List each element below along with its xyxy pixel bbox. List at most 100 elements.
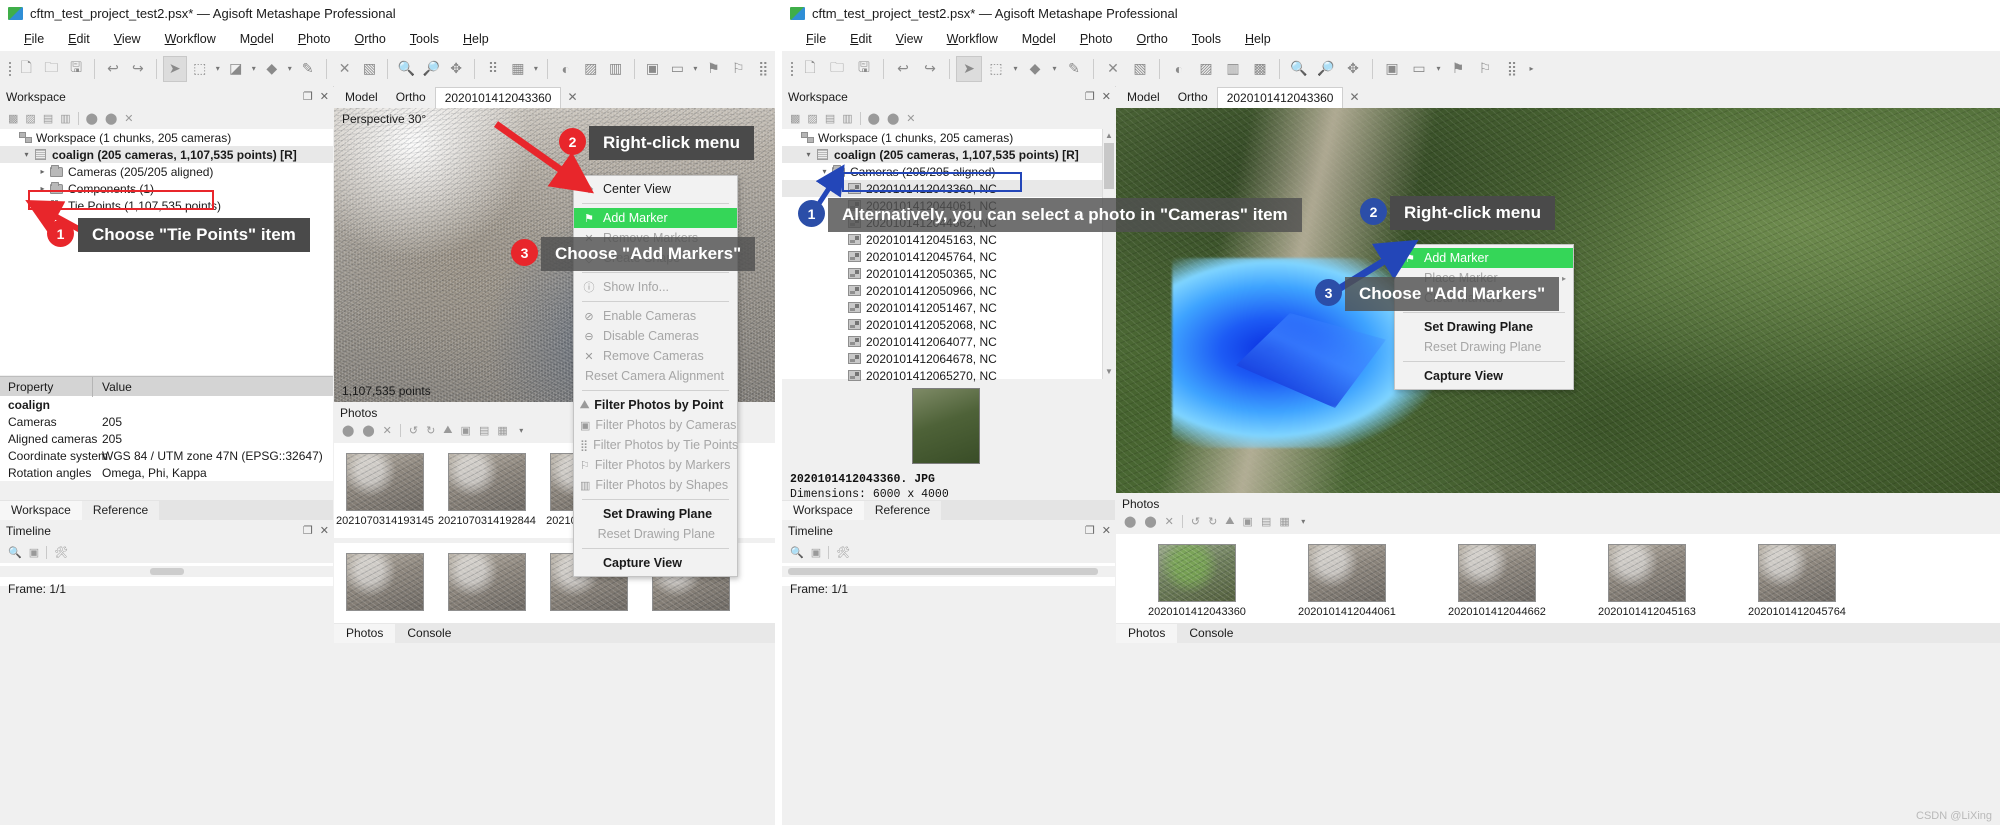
- tree-row[interactable]: 2020101412051467, NC: [782, 299, 1102, 316]
- left-toolbar[interactable]: 🗋 🗀 🖫 ↩ ↪ ➤ ⬚ ▾ ◪ ▾ ◆ ▾ ✎ ✕ ▧ 🔍 🔎 ✥ ⠿ ▦: [0, 51, 775, 87]
- photos-enable-icon-right[interactable]: ⬤: [1124, 515, 1136, 528]
- right-toolbar[interactable]: 🗋 🗀 🖫 ↩ ↪ ➤ ⬚ ▾ ◆ ▾ ✎ ✕ ▧ ◐ ▨ ▥ ▩ 🔍 🔎 ✥: [782, 51, 2000, 87]
- new-project-icon[interactable]: 🗋: [14, 56, 38, 82]
- chevron-down-icon[interactable]: ▾: [818, 167, 831, 176]
- contrast-icon-right[interactable]: ◐: [1166, 56, 1192, 82]
- timeline-float-icon[interactable]: ❐: [303, 524, 313, 537]
- photos-view-chevron-down-icon[interactable]: ▾: [516, 426, 527, 435]
- timeline-zoom-icon[interactable]: 🔍: [8, 546, 22, 559]
- menu-workflow-right[interactable]: Workflow: [935, 29, 1010, 49]
- levels-icon-right[interactable]: ▥: [1220, 56, 1246, 82]
- right-viewport-tabs[interactable]: Model Ortho 2020101412043360 ✕: [1116, 86, 2000, 108]
- menu-item[interactable]: ⚑ Add Marker: [1395, 248, 1573, 268]
- left-dock-tabs[interactable]: Workspace Reference: [0, 500, 333, 520]
- viewport-tab-ortho-right[interactable]: Ortho: [1169, 87, 1217, 107]
- tree-row[interactable]: ▸ Cameras (205/205 aligned): [0, 163, 333, 180]
- photo-thumbnail-cell[interactable]: ✓ 2020101412044662: [1446, 544, 1548, 618]
- timeline-scroll-thumb-right[interactable]: [788, 568, 1098, 575]
- menu-edit[interactable]: Edit: [56, 29, 102, 49]
- save-project-icon[interactable]: 🖫: [64, 56, 88, 82]
- menu-help[interactable]: Help: [451, 29, 501, 49]
- contrast-icon[interactable]: ◐: [554, 56, 578, 82]
- tab-workspace[interactable]: Workspace: [0, 501, 82, 520]
- resize-region-icon[interactable]: ▭: [665, 56, 689, 82]
- photo-thumbnail[interactable]: ✓: [1458, 544, 1536, 602]
- enable-icon-right[interactable]: ⬤: [868, 112, 880, 125]
- photo-thumbnail[interactable]: ✓: [1308, 544, 1386, 602]
- timeline-toolbar-right[interactable]: 🔍 ▣ 🛠: [782, 541, 1115, 563]
- photo-thumbnail-cell[interactable]: 2021070314193145: [334, 453, 436, 527]
- timeline-settings-icon[interactable]: 🛠: [54, 546, 68, 559]
- photos-grid-view-icon[interactable]: ▦: [497, 424, 507, 437]
- menu-item[interactable]: Capture View: [574, 553, 737, 573]
- timeline-float-icon-right[interactable]: ❐: [1085, 524, 1095, 537]
- tree-row[interactable]: 2020101412050365, NC: [782, 265, 1102, 282]
- viewport-tab-close-icon[interactable]: ✕: [561, 90, 583, 104]
- scroll-up-arrow-icon[interactable]: ▲: [1104, 131, 1114, 141]
- rectangle-select-icon-right[interactable]: ⬚: [983, 56, 1009, 82]
- menu-photo-right[interactable]: Photo: [1068, 29, 1125, 49]
- toolbar-grip[interactable]: [6, 56, 13, 82]
- menu-file[interactable]: File: [12, 29, 56, 49]
- viewport-tab-model[interactable]: Model: [336, 87, 387, 107]
- photos-rotate-left-icon-right[interactable]: ↺: [1191, 515, 1200, 528]
- add-chunk-icon-right[interactable]: ▩: [790, 112, 800, 125]
- menu-workflow[interactable]: Workflow: [153, 29, 228, 49]
- open-project-icon[interactable]: 🗀: [39, 56, 63, 82]
- tree-row[interactable]: ▾ coalign (205 cameras, 1,107,535 points)…: [782, 146, 1102, 163]
- photo-thumbnail-cell[interactable]: ✓ 2020101412044061: [1296, 544, 1398, 618]
- undo-icon[interactable]: ↩: [101, 56, 125, 82]
- photos-disable-icon[interactable]: ⬤: [362, 424, 374, 437]
- photo-thumbnail[interactable]: ✓: [1158, 544, 1236, 602]
- left-viewport-tabs[interactable]: Model Ortho 2020101412043360 ✕: [334, 86, 775, 108]
- timeline-close-icon[interactable]: ✕: [320, 524, 329, 537]
- menu-help-right[interactable]: Help: [1233, 29, 1283, 49]
- menu-view[interactable]: View: [102, 29, 153, 49]
- flag-icon[interactable]: ⚐: [726, 56, 750, 82]
- polygon-chevron-down-icon[interactable]: ▾: [285, 64, 295, 73]
- duplicate-chunk-icon-right[interactable]: ▨: [807, 112, 817, 125]
- toolbar-overflow-chevron-icon[interactable]: ▸: [1526, 64, 1537, 73]
- bottom-tab-console[interactable]: Console: [395, 624, 463, 643]
- tree-row[interactable]: 2020101412065270, NC: [782, 367, 1102, 384]
- region-icon[interactable]: ▣: [641, 56, 665, 82]
- photos-view-chevron-down-icon-right[interactable]: ▾: [1298, 517, 1309, 526]
- menu-edit-right[interactable]: Edit: [838, 29, 884, 49]
- photo-thumbnail-cell[interactable]: ✓ 2020101412045764: [1746, 544, 1848, 618]
- tree-row[interactable]: Workspace (1 chunks, 205 cameras): [0, 129, 333, 146]
- flag-icon-right[interactable]: ⚐: [1472, 56, 1498, 82]
- photo-thumbnail[interactable]: ✓: [1608, 544, 1686, 602]
- photo-thumbnail-cell[interactable]: [334, 553, 436, 615]
- tree-row[interactable]: Workspace (1 chunks, 205 cameras): [782, 129, 1102, 146]
- bottom-tab-console-right[interactable]: Console: [1177, 624, 1245, 643]
- resize-region-icon-right[interactable]: ▭: [1406, 56, 1432, 82]
- timeline-scrollbar-right[interactable]: [782, 566, 1115, 577]
- zoom-in-icon[interactable]: 🔍: [394, 56, 418, 82]
- view-mode-icon[interactable]: ▦: [506, 56, 530, 82]
- rectangle-select-chevron-down-icon[interactable]: ▾: [213, 64, 223, 73]
- chevron-down-icon[interactable]: ▾: [802, 150, 815, 159]
- merge-chunks-icon[interactable]: ▤: [43, 112, 53, 125]
- photo-thumbnail-cell[interactable]: ✓ 2020101412043360: [1146, 544, 1248, 618]
- timeline-zoom-icon-right[interactable]: 🔍: [790, 546, 804, 559]
- menu-view-right[interactable]: View: [884, 29, 935, 49]
- left-context-menu[interactable]: ✥Center View⚑Add Marker✕Remove Markers◇C…: [573, 175, 738, 577]
- menu-tools-right[interactable]: Tools: [1180, 29, 1233, 49]
- photo-thumbnail[interactable]: ✓: [1758, 544, 1836, 602]
- cameras-tree[interactable]: Workspace (1 chunks, 205 cameras) ▾ coalig…: [782, 129, 1102, 383]
- bottom-tab-photos[interactable]: Photos: [334, 624, 396, 643]
- disable-icon[interactable]: ⬤: [105, 112, 117, 125]
- tab-workspace-right[interactable]: Workspace: [782, 501, 864, 520]
- menu-model-right[interactable]: Model: [1010, 29, 1068, 49]
- tree-row[interactable]: 2020101412045163, NC: [782, 231, 1102, 248]
- menu-model[interactable]: Model: [228, 29, 286, 49]
- photos-remove-icon[interactable]: ✕: [383, 424, 392, 437]
- delete-icon-right[interactable]: ✕: [1100, 56, 1126, 82]
- pencil-tool-icon[interactable]: ✎: [296, 56, 320, 82]
- timeline-settings-icon-right[interactable]: 🛠: [836, 546, 850, 559]
- redo-icon-right[interactable]: ↪: [917, 56, 943, 82]
- rectangle-select-icon[interactable]: ⬚: [188, 56, 212, 82]
- split-chunk-icon-right[interactable]: ▥: [842, 112, 852, 125]
- crop-icon[interactable]: ▧: [358, 56, 382, 82]
- timeline-close-icon-right[interactable]: ✕: [1102, 524, 1111, 537]
